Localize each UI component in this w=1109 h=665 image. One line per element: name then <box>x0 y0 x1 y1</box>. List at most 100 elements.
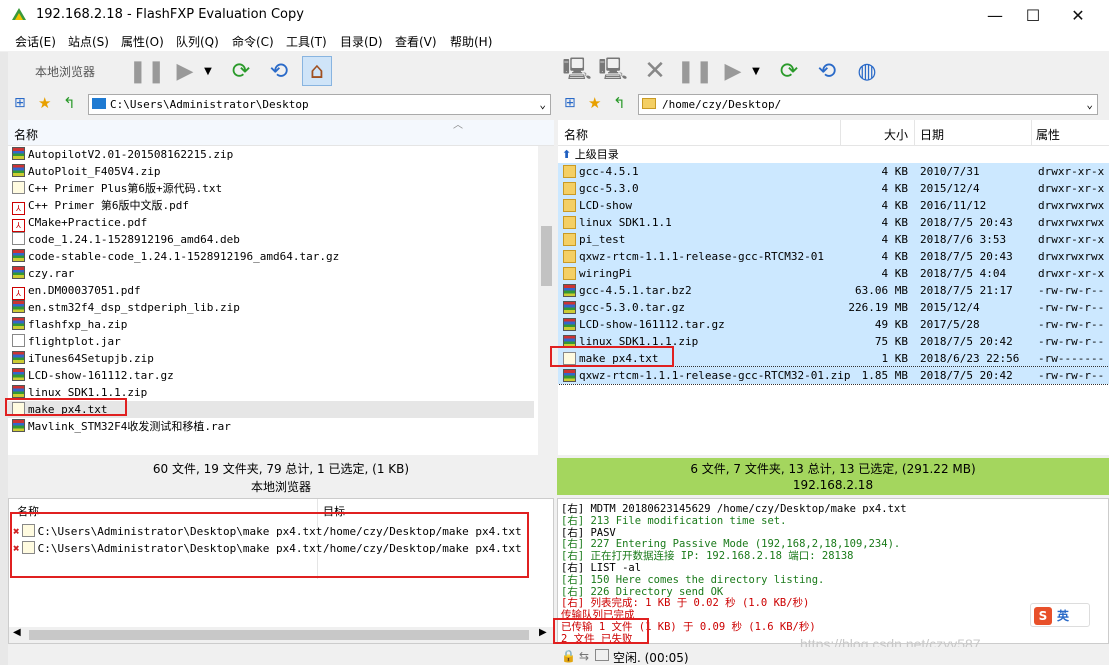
file-row[interactable]: linux SDK1.1.1 4 KB 2018/7/5 20:43 drwxrwxr… <box>558 214 1109 231</box>
refresh-blue-icon[interactable]: ⟲ <box>812 56 842 86</box>
parent-directory-row[interactable]: ⬆ 上级目录 <box>562 146 619 163</box>
file-row[interactable]: LCD-show 4 KB 2016/11/12 drwxrwxrwx <box>558 197 1109 214</box>
up-arrow-icon[interactable]: ↰ <box>613 94 626 112</box>
archive-file-icon <box>12 419 25 432</box>
file-row[interactable]: czy.rar <box>12 265 538 282</box>
scroll-right-icon[interactable]: ▶ <box>539 627 547 638</box>
menu-tools[interactable]: 工具(T) <box>286 33 327 50</box>
file-row[interactable]: code-stable-code_1.24.1-1528912196_amd64… <box>12 248 538 265</box>
file-row[interactable]: iTunes64Setupjb.zip <box>12 350 538 367</box>
idle-status: 空闲. (00:05) <box>613 651 689 665</box>
menu-sites[interactable]: 站点(S) <box>68 33 109 50</box>
folder-icon <box>563 182 576 195</box>
file-row[interactable]: gcc-4.5.1.tar.bz2 63.06 MB 2018/7/5 21:17 -… <box>558 282 1109 299</box>
column-size[interactable]: 大小 <box>884 126 908 143</box>
refresh-blue-icon[interactable]: ⟲ <box>264 56 294 86</box>
transfer-icon: ⇆ <box>579 649 590 663</box>
pause-icon[interactable]: ❚❚ <box>677 56 714 86</box>
file-name: iTunes64Setupjb.zip <box>28 352 154 365</box>
file-row[interactable]: Mavlink_STM32F4收发测试和移植.rar <box>12 418 538 435</box>
file-row[interactable]: pi_test 4 KB 2018/7/6 3:53 drwxr-xr-x <box>558 231 1109 248</box>
file-name: LCD-show-161112.tar.gz <box>28 369 174 382</box>
close-button[interactable]: ✕ <box>1055 0 1101 31</box>
menu-properties[interactable]: 属性(O) <box>121 33 164 50</box>
menu-directory[interactable]: 目录(D) <box>340 33 383 50</box>
file-name: AutopilotV2.01-201508162215.zip <box>28 148 234 161</box>
disconnect-icon[interactable]: 🖳 <box>598 56 628 86</box>
favorites-star-icon[interactable]: ★ <box>588 94 601 112</box>
file-row[interactable]: code_1.24.1-1528912196_amd64.deb <box>12 231 538 248</box>
dropdown-arrow-icon[interactable]: ▼ <box>202 56 214 86</box>
file-row[interactable]: AutopilotV2.01-201508162215.zip <box>12 146 538 163</box>
menu-session[interactable]: 会话(E) <box>15 33 56 50</box>
connect-icon[interactable]: 🖳 <box>562 56 592 86</box>
file-row[interactable]: gcc-4.5.1 4 KB 2010/7/31 drwxr-xr-x <box>558 163 1109 180</box>
file-row[interactable]: flightplot.jar <box>12 333 538 350</box>
home-icon[interactable]: ⌂ <box>302 56 332 86</box>
file-name: C++ Primer Plus第6版+源代码.txt <box>28 182 223 195</box>
file-name: AutoPloit_F405V4.zip <box>28 165 161 178</box>
column-date[interactable]: 日期 <box>920 126 944 143</box>
favorites-star-icon[interactable]: ★ <box>38 94 51 112</box>
abort-icon[interactable]: ✕ <box>640 56 670 86</box>
left-column-header: 名称 ︿ <box>8 120 554 146</box>
column-name[interactable]: 名称 <box>564 126 588 143</box>
file-row[interactable]: qxwz-rtcm-1.1.1-release-gcc-RTCM32-01 4 K… <box>558 248 1109 265</box>
file-row[interactable]: AutoPloit_F405V4.zip <box>12 163 538 180</box>
queue-hscrollbar[interactable]: ◀ ▶ <box>9 627 553 643</box>
annotation-box <box>553 618 649 644</box>
play-icon[interactable]: ▶ <box>170 56 200 86</box>
file-row[interactable]: C++ Primer Plus第6版+源代码.txt <box>12 180 538 197</box>
menu-commands[interactable]: 命令(C) <box>232 33 274 50</box>
left-scrollbar[interactable] <box>538 146 555 455</box>
pause-icon[interactable]: ❚❚ <box>129 56 166 86</box>
file-row[interactable]: ⅄ C++ Primer 第6版中文版.pdf <box>12 197 538 215</box>
menu-view[interactable]: 查看(V) <box>395 33 437 50</box>
left-toolbar: 本地浏览器 ❚❚ ▶ ▼ ⟳ ⟲ ⌂ <box>8 52 554 89</box>
file-size: 4 KB <box>881 165 909 178</box>
refresh-green-icon[interactable]: ⟳ <box>774 56 804 86</box>
file-attributes: drwxrwxrwx <box>1038 250 1105 263</box>
column-name[interactable]: 名称 <box>14 126 38 143</box>
file-row[interactable]: flashfxp_ha.zip <box>12 316 538 333</box>
scrollbar-thumb[interactable] <box>541 226 552 286</box>
file-attributes: drwxr-xr-x <box>1038 233 1105 246</box>
file-row[interactable]: ⅄ en.DM00037051.pdf <box>12 282 538 300</box>
play-icon[interactable]: ▶ <box>718 56 748 86</box>
right-path-input[interactable]: /home/czy/Desktop/ ⌄ <box>638 94 1098 115</box>
file-row[interactable]: en.stm32f4_dsp_stdperiph_lib.zip <box>12 299 538 316</box>
left-path-input[interactable]: C:\Users\Administrator\Desktop ⌄ <box>88 94 551 115</box>
file-row[interactable]: ⅄ CMake+Practice.pdf <box>12 214 538 232</box>
right-file-list: ⬆ 上级目录 gcc-4.5.1 4 KB 2010/7/31 drwxr-xr-x g… <box>558 146 1109 455</box>
up-arrow-icon[interactable]: ↰ <box>63 94 76 112</box>
file-row[interactable]: gcc-5.3.0 4 KB 2015/12/4 drwxr-xr-x <box>558 180 1109 197</box>
chevron-down-icon[interactable]: ⌄ <box>539 95 546 114</box>
archive-file-icon <box>563 284 576 297</box>
file-name: code-stable-code_1.24.1-1528912196_amd64… <box>28 250 340 263</box>
refresh-green-icon[interactable]: ⟳ <box>226 56 256 86</box>
parent-directory-label: 上级目录 <box>574 148 619 161</box>
bottom-status-bar: 🔒 ⇆ 空闲. (00:05) <box>557 647 1109 665</box>
scroll-left-icon[interactable]: ◀ <box>13 627 21 638</box>
file-row[interactable]: LCD-show-161112.tar.gz <box>12 367 538 384</box>
maximize-button[interactable]: ☐ <box>1010 0 1056 31</box>
column-attr[interactable]: 属性 <box>1036 126 1060 143</box>
scrollbar-thumb[interactable] <box>29 630 529 640</box>
file-row[interactable]: qxwz-rtcm-1.1.1-release-gcc-RTCM32-01.zi… <box>558 366 1109 385</box>
file-row[interactable]: wiringPi 4 KB 2018/7/5 4:04 drwxr-xr-x <box>558 265 1109 282</box>
sites-icon[interactable]: ⊞ <box>14 95 26 111</box>
desktop-icon <box>92 98 106 109</box>
ime-indicator[interactable]: S 英 <box>1030 603 1090 627</box>
sites-icon[interactable]: ⊞ <box>564 95 576 111</box>
menu-help[interactable]: 帮助(H) <box>450 33 492 50</box>
lock-icon: 🔒 <box>561 649 576 663</box>
file-date: 2018/7/5 20:42 <box>920 335 1013 348</box>
menu-queue[interactable]: 队列(Q) <box>176 33 219 50</box>
up-arrow-icon: ⬆ <box>562 148 572 161</box>
file-row[interactable]: LCD-show-161112.tar.gz 49 KB 2017/5/28 -rw-… <box>558 316 1109 333</box>
dropdown-arrow-icon[interactable]: ▼ <box>750 56 762 86</box>
file-row[interactable]: gcc-5.3.0.tar.gz 226.19 MB 2015/12/4 -rw-rw… <box>558 299 1109 316</box>
chevron-down-icon[interactable]: ⌄ <box>1086 95 1093 114</box>
right-path-row: ⊞ ★ ↰ /home/czy/Desktop/ ⌄ <box>558 92 1109 116</box>
globe-icon[interactable]: ◍ <box>852 56 882 86</box>
